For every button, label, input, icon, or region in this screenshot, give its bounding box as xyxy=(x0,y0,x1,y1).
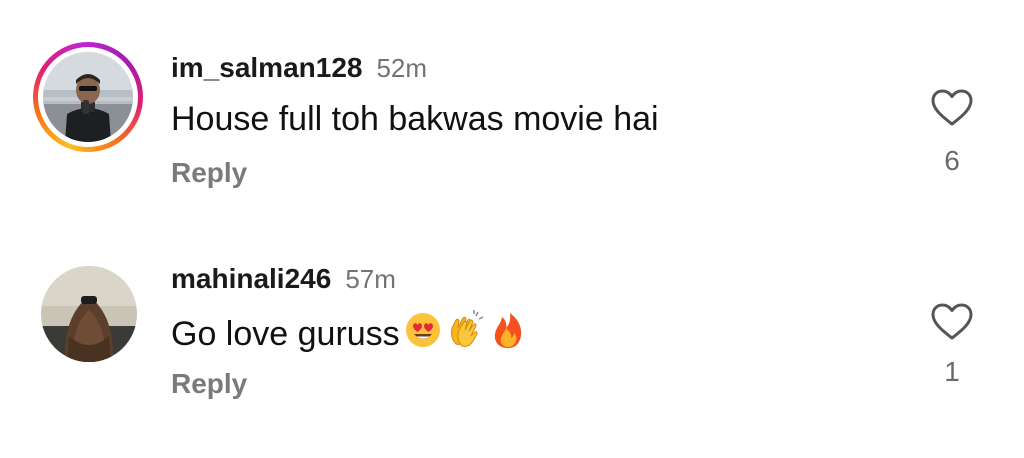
comment-text: Go love guruss xyxy=(171,315,400,353)
reply-button[interactable]: Reply xyxy=(171,368,247,400)
avatar[interactable] xyxy=(41,266,137,362)
avatar[interactable] xyxy=(33,42,143,152)
comment-meta: im_salman128 52m xyxy=(171,52,427,84)
heart-eyes-emoji xyxy=(404,311,442,358)
timestamp: 52m xyxy=(376,53,428,83)
heart-icon xyxy=(931,89,973,126)
comment-text-row: Go love guruss xyxy=(171,310,524,359)
like-button[interactable] xyxy=(930,302,974,342)
avatar-photo xyxy=(41,266,137,362)
comment-item: mahinali246 57m Go love guruss Reply 1 xyxy=(0,215,1024,458)
username[interactable]: mahinali246 xyxy=(171,263,331,295)
username[interactable]: im_salman128 xyxy=(171,52,362,84)
avatar-photo xyxy=(43,52,133,142)
clapping-hands-emoji xyxy=(446,310,484,359)
fire-emoji xyxy=(492,311,524,358)
timestamp: 57m xyxy=(345,264,396,294)
comment-item: im_salman128 52m House full toh bakwas m… xyxy=(0,0,1024,215)
reply-button[interactable]: Reply xyxy=(171,157,247,189)
comment-meta: mahinali246 57m xyxy=(171,263,396,295)
like-count: 1 xyxy=(944,356,960,387)
comment-text: House full toh bakwas movie hai xyxy=(171,100,659,138)
heart-icon xyxy=(931,303,973,340)
like-button[interactable] xyxy=(930,88,974,128)
like-count: 6 xyxy=(944,145,960,176)
